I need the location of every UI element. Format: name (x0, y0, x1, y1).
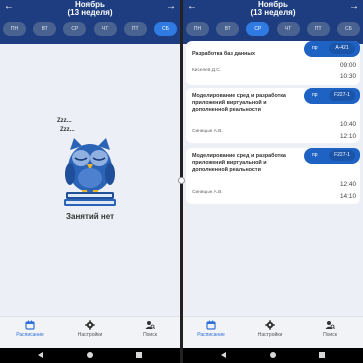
gear-icon (85, 320, 95, 330)
lesson-start-time: 12:40 (340, 181, 356, 188)
day-tab-wed[interactable]: СР (63, 22, 87, 36)
day-tab-sat[interactable]: СБ (153, 22, 177, 36)
lesson-card[interactable]: пр А-421 Разработка баз данных Киселев Д… (186, 41, 360, 85)
day-tab-mon[interactable]: ПН (3, 22, 26, 36)
lesson-room: А-421 (329, 43, 355, 54)
lesson-title: Моделирование сред и разработка приложен… (192, 153, 286, 173)
system-home-icon[interactable] (270, 352, 276, 358)
next-week-arrow-icon[interactable]: → (166, 2, 176, 12)
next-week-arrow-icon[interactable]: → (349, 2, 359, 12)
lesson-end-time: 14:10 (340, 193, 356, 200)
system-home-icon[interactable] (87, 352, 93, 358)
lesson-badge: пр А-421 (304, 41, 360, 57)
gear-icon (265, 320, 275, 330)
day-tab-wed[interactable]: СР (246, 22, 270, 36)
calendar-icon (206, 320, 216, 330)
nav-settings[interactable]: Настройки (245, 320, 295, 338)
lesson-badge: пр F227-1 (304, 148, 360, 164)
lesson-card[interactable]: пр F227-1 Моделирование сред и разработк… (186, 88, 360, 143)
sleeping-owl-icon (64, 138, 116, 206)
right-screen: ← Ноябрь (13 неделя) → ПН ВТ СР ЧТ ПТ СБ… (183, 0, 363, 348)
left-screen: ← Ноябрь (13 неделя) → ПН ВТ СР ЧТ ПТ СБ… (0, 0, 180, 348)
day-tab-thu[interactable]: ЧТ (93, 22, 117, 36)
lesson-card[interactable]: пр F227-1 Моделирование сред и разработк… (186, 148, 360, 204)
day-selector: ПН ВТ СР ЧТ ПТ СБ (186, 22, 360, 37)
lesson-title: Разработка баз данных (192, 51, 255, 57)
nav-search[interactable]: Поиск (305, 320, 355, 338)
nav-schedule-label: Расписание (197, 332, 225, 338)
nav-search[interactable]: Поиск (125, 320, 175, 338)
nav-search-label: Поиск (143, 332, 157, 338)
day-tab-thu[interactable]: ЧТ (276, 22, 300, 36)
lesson-teacher: Синицын А.В. (192, 129, 223, 134)
header: ← Ноябрь (13 неделя) → ПН ВТ СР ЧТ ПТ СБ (0, 0, 180, 44)
lesson-title: Моделирование сред и разработка приложен… (192, 93, 286, 113)
split-divider-handle[interactable] (178, 177, 185, 184)
lesson-teacher: Киселев Д.С. (192, 68, 222, 73)
lesson-room: F227-1 (329, 90, 355, 101)
nav-schedule[interactable]: Расписание (186, 320, 236, 338)
day-tab-fri[interactable]: ПТ (306, 22, 330, 36)
system-nav-bar (0, 348, 180, 363)
zzz-text: Zzz... (57, 118, 72, 124)
nav-settings[interactable]: Настройки (65, 320, 115, 338)
nav-search-label: Поиск (323, 332, 337, 338)
lesson-type: пр (312, 92, 318, 98)
system-recents-icon[interactable] (136, 352, 142, 358)
header: ← Ноябрь (13 неделя) → ПН ВТ СР ЧТ ПТ СБ (183, 0, 363, 44)
day-tab-tue[interactable]: ВТ (216, 22, 240, 36)
lesson-end-time: 12:10 (340, 133, 356, 140)
lesson-type: пр (312, 45, 318, 51)
nav-settings-label: Настройки (257, 332, 283, 338)
nav-schedule-label: Расписание (16, 332, 44, 338)
week-subtitle: (13 неделя) (67, 8, 113, 17)
lesson-type: пр (312, 152, 318, 158)
day-tab-mon[interactable]: ПН (186, 22, 209, 36)
week-subtitle: (13 неделя) (250, 8, 296, 17)
day-tab-sat[interactable]: СБ (336, 22, 360, 36)
no-lessons-message: Занятий нет (65, 212, 115, 221)
nav-schedule[interactable]: Расписание (5, 320, 55, 338)
system-back-icon[interactable] (38, 352, 43, 358)
system-recents-icon[interactable] (319, 352, 325, 358)
lesson-start-time: 09:00 (340, 62, 356, 69)
lesson-start-time: 10:40 (340, 121, 356, 128)
nav-settings-label: Настройки (77, 332, 103, 338)
lesson-badge: пр F227-1 (304, 88, 360, 104)
people-search-icon (325, 321, 335, 329)
calendar-icon (25, 320, 35, 330)
day-selector: ПН ВТ СР ЧТ ПТ СБ (3, 22, 177, 37)
lesson-room: F227-1 (329, 150, 355, 161)
bottom-navigation: Расписание Настройки Поиск (0, 316, 180, 348)
people-search-icon (145, 321, 155, 329)
lesson-end-time: 10:30 (340, 73, 356, 80)
system-nav-bar (183, 348, 363, 363)
system-back-icon[interactable] (221, 352, 226, 358)
lesson-teacher: Синицын А.В. (192, 190, 223, 195)
bottom-navigation: Расписание Настройки Поиск (183, 316, 363, 348)
day-tab-fri[interactable]: ПТ (123, 22, 147, 36)
day-tab-tue[interactable]: ВТ (33, 22, 57, 36)
zzz-text: Zzz... (60, 127, 75, 133)
